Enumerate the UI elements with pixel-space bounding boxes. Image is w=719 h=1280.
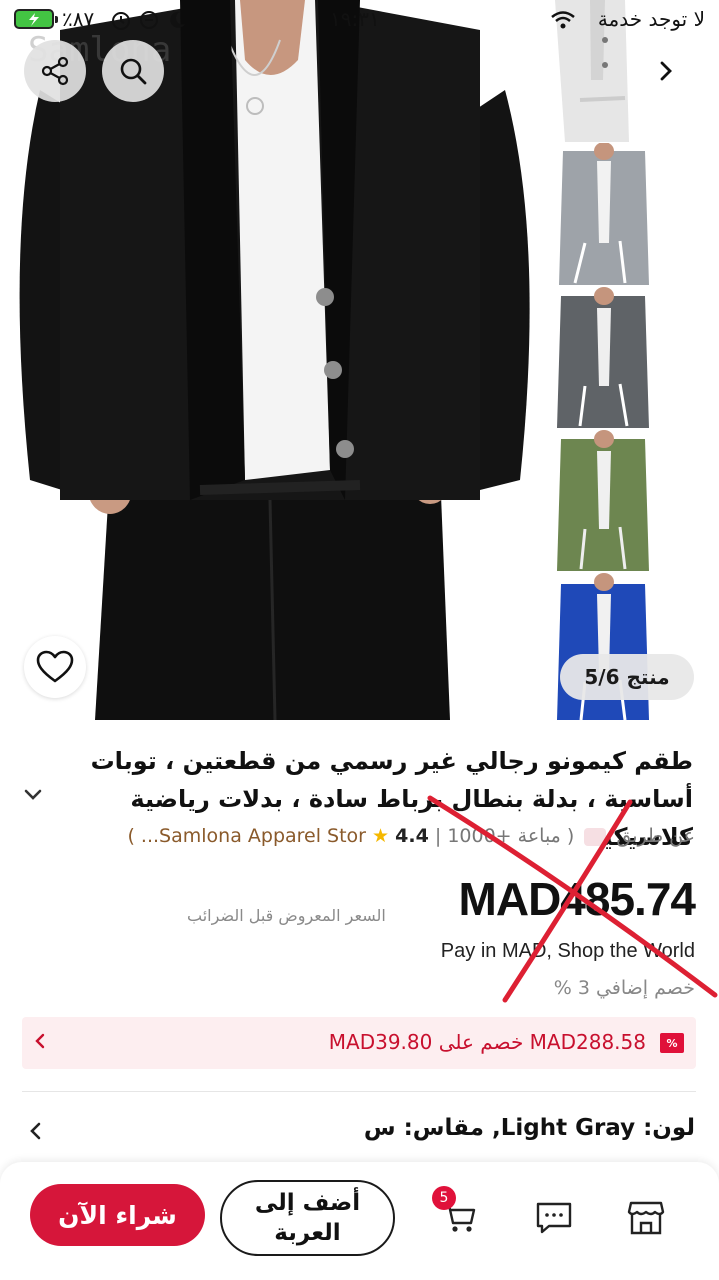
search-icon bbox=[120, 58, 147, 85]
variant-chevron[interactable] bbox=[28, 1118, 44, 1150]
heart-icon bbox=[36, 650, 74, 683]
chevron-right-icon bbox=[660, 61, 672, 81]
variant-selector[interactable]: لون: Light Gray, مقاس: س bbox=[364, 1115, 695, 1141]
thumbnail-green[interactable] bbox=[545, 429, 719, 571]
chat-icon bbox=[536, 1202, 572, 1234]
buy-now-button[interactable]: شراء الآن bbox=[30, 1184, 205, 1246]
thumbnail-gray[interactable] bbox=[545, 142, 719, 285]
store-button[interactable] bbox=[624, 1196, 668, 1240]
clock: ١٩:٣١ bbox=[330, 7, 380, 31]
carrier-status: لا توجد خدمة bbox=[597, 7, 705, 31]
search-button[interactable] bbox=[102, 40, 164, 102]
product-gallery[interactable]: ٪٨٧ ١٩:٣١ لا توجد خدمة Samlona منتج 5/6 bbox=[0, 0, 719, 720]
main-product-photo[interactable] bbox=[0, 0, 545, 720]
star-icon: ★ bbox=[372, 825, 390, 847]
pretax-note: السعر المعروض قبل الضرائب bbox=[187, 906, 386, 925]
coupon-text: MAD288.58 خصم على MAD39.80 bbox=[328, 1030, 646, 1054]
battery-percent: ٪٨٧ bbox=[62, 7, 95, 31]
wifi-icon bbox=[550, 10, 576, 35]
share-button[interactable] bbox=[24, 40, 86, 102]
chevron-down-icon bbox=[24, 789, 42, 800]
bottom-action-bar: شراء الآن أضف إلى العربة bbox=[0, 1162, 719, 1280]
image-counter: منتج 5/6 bbox=[560, 654, 694, 700]
battery-icon bbox=[14, 9, 58, 29]
chevron-left-icon bbox=[35, 1033, 45, 1049]
back-button[interactable] bbox=[634, 40, 696, 102]
thumbnail-strip[interactable] bbox=[545, 0, 719, 720]
expand-title-button[interactable] bbox=[22, 783, 44, 811]
add-to-cart-button[interactable]: أضف إلى العربة bbox=[220, 1180, 395, 1256]
cart-count-badge: 5 bbox=[432, 1186, 456, 1210]
chat-button[interactable] bbox=[532, 1196, 576, 1240]
chevron-left-icon bbox=[30, 1122, 41, 1140]
section-divider bbox=[22, 1091, 696, 1092]
store-icon bbox=[627, 1201, 665, 1235]
share-icon bbox=[41, 56, 69, 86]
wishlist-button[interactable] bbox=[24, 636, 86, 698]
seller-name[interactable]: Samlona Apparel Stor... ) bbox=[127, 825, 366, 847]
annotation-cross bbox=[427, 795, 718, 1003]
coupon-chevron bbox=[32, 1029, 48, 1059]
thumbnail-dark-gray[interactable] bbox=[545, 286, 719, 428]
coupon-badge: % bbox=[660, 1033, 684, 1053]
coupon-banner[interactable]: % MAD288.58 خصم على MAD39.80 bbox=[22, 1017, 696, 1069]
